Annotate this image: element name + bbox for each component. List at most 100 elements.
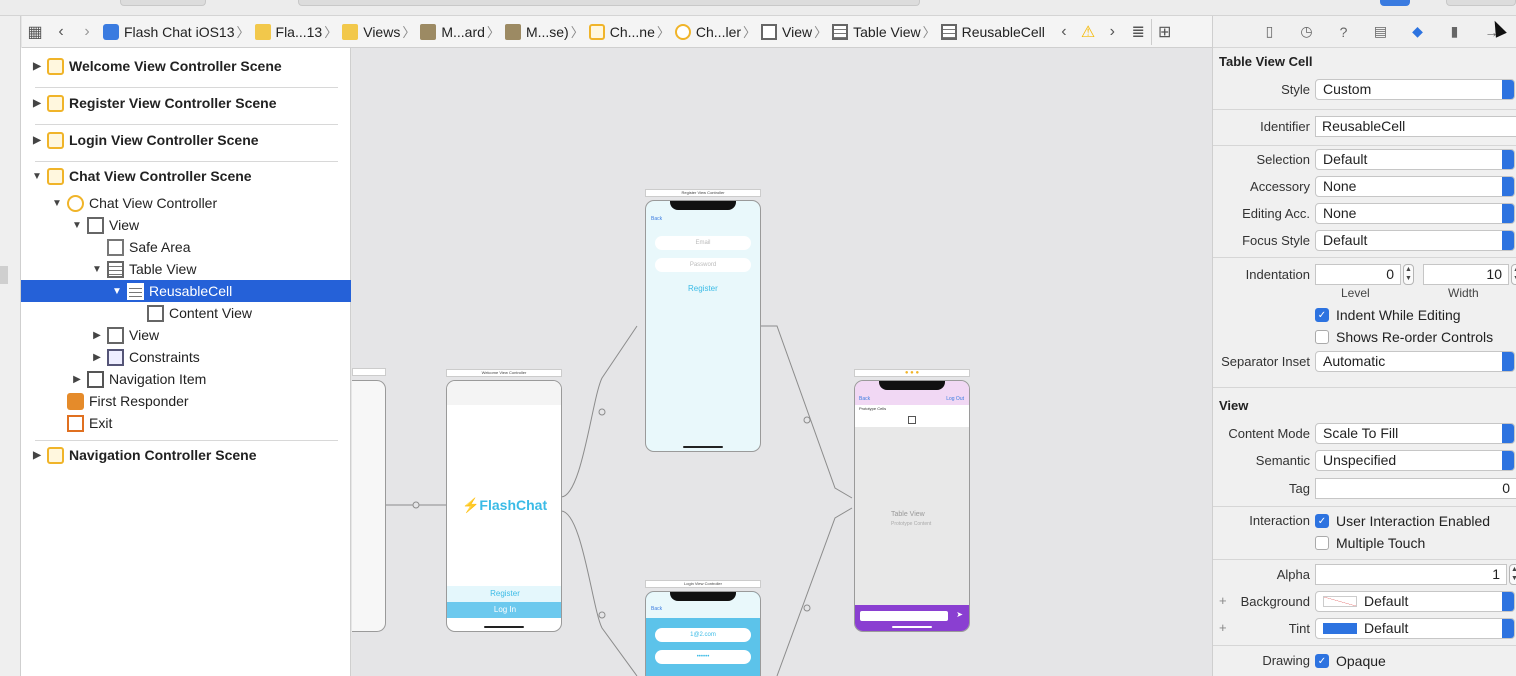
- email-field: Email: [655, 236, 751, 250]
- width-stepper[interactable]: ▲▼: [1511, 264, 1516, 285]
- selection-popup[interactable]: Default: [1315, 149, 1515, 170]
- outline-item-safe-area[interactable]: Safe Area: [21, 236, 351, 258]
- breadcrumb-item[interactable]: ReusableCell: [938, 23, 1045, 40]
- breadcrumb-item[interactable]: View: [758, 23, 812, 40]
- scene-title-bar: Login View Controller: [645, 580, 761, 588]
- breadcrumb-label: M...ard: [441, 23, 485, 40]
- storyboard-canvas[interactable]: oller Register View Controller Back Emai…: [352, 48, 1212, 676]
- breadcrumb-item[interactable]: Views: [339, 23, 400, 40]
- outline-item-chat-view-controller[interactable]: ▼ Chat View Controller: [21, 192, 351, 214]
- chat-scene-preview[interactable]: Back Log Out Prototype Cells Table View …: [854, 380, 970, 632]
- reorder-controls-checkbox[interactable]: Shows Re-order Controls: [1315, 329, 1493, 345]
- semantic-popup[interactable]: Unspecified: [1315, 450, 1515, 471]
- indent-while-editing-checkbox[interactable]: ✓ Indent While Editing: [1315, 307, 1461, 323]
- opaque-checkbox[interactable]: ✓ Opaque: [1315, 653, 1386, 669]
- tag-field[interactable]: 0: [1315, 478, 1516, 499]
- focus-style-popup[interactable]: Default: [1315, 230, 1515, 251]
- outline-item-content-view[interactable]: Content View: [21, 302, 351, 324]
- separator-inset-popup[interactable]: Automatic: [1315, 351, 1515, 372]
- attributes-inspector-icon[interactable]: ◆: [1399, 23, 1436, 40]
- outline-scene-login[interactable]: ▶ Login View Controller Scene: [21, 129, 351, 151]
- file-inspector-icon[interactable]: ▯: [1251, 23, 1288, 40]
- inspector-toggle-button[interactable]: [1380, 0, 1410, 6]
- register-scene-preview[interactable]: Back Email Password Register: [645, 200, 761, 452]
- indentation-width-field[interactable]: 10: [1423, 264, 1509, 285]
- popup-arrow-icon: [1502, 150, 1514, 169]
- breadcrumb-item[interactable]: M...ard: [417, 23, 485, 40]
- indentation-level-field[interactable]: 0: [1315, 264, 1401, 285]
- previous-issue-icon[interactable]: ‹: [1051, 19, 1077, 45]
- view-controller-icon: [67, 194, 84, 212]
- constraints-icon: [107, 348, 124, 366]
- welcome-scene-preview[interactable]: ⚡FlashChat Register Log In: [446, 380, 562, 632]
- back-chevron-icon[interactable]: ‹: [48, 19, 74, 45]
- history-inspector-icon[interactable]: ◷: [1288, 23, 1325, 40]
- outline-item-view-2[interactable]: ▶ View: [21, 324, 351, 346]
- level-stepper[interactable]: ▲ ▼: [1403, 264, 1414, 285]
- disclosure-expanded-icon[interactable]: ▼: [91, 264, 103, 275]
- disclosure-collapsed-icon[interactable]: ▶: [31, 135, 43, 146]
- outline-scene-register[interactable]: ▶ Register View Controller Scene: [21, 92, 351, 114]
- alpha-stepper[interactable]: ▲ ▼: [1509, 564, 1516, 585]
- related-items-icon[interactable]: ▦: [22, 19, 48, 45]
- disclosure-collapsed-icon[interactable]: ▶: [31, 450, 43, 461]
- outline-divider: [35, 161, 338, 162]
- warning-icon[interactable]: ⚠: [1081, 22, 1095, 42]
- user-interaction-checkbox[interactable]: ✓ User Interaction Enabled: [1315, 513, 1490, 529]
- outline-scene-welcome[interactable]: ▶ Welcome View Controller Scene: [21, 55, 351, 77]
- drawing-label: Drawing: [1262, 653, 1310, 668]
- editing-accessory-popup[interactable]: None: [1315, 203, 1515, 224]
- disclosure-expanded-icon[interactable]: ▼: [31, 171, 43, 182]
- outline-item-constraints[interactable]: ▶ Constraints: [21, 346, 351, 368]
- add-editor-icon[interactable]: ⊞: [1151, 18, 1177, 45]
- outline-scene-navigation[interactable]: ▶ Navigation Controller Scene: [21, 444, 351, 466]
- popup-arrow-icon: [1502, 80, 1514, 99]
- outline-divider: [35, 124, 338, 125]
- disclosure-collapsed-icon[interactable]: ▶: [31, 98, 43, 109]
- scene-title-bar: [352, 368, 386, 376]
- alpha-field[interactable]: 1: [1315, 564, 1507, 585]
- popup-arrow-icon: [1502, 352, 1514, 371]
- editor-options-icon[interactable]: ≣: [1125, 19, 1151, 45]
- size-inspector-icon[interactable]: ▮: [1436, 23, 1473, 40]
- disclosure-expanded-icon[interactable]: ▼: [111, 286, 123, 297]
- breadcrumb-item[interactable]: Ch...ne: [586, 23, 655, 40]
- breadcrumb-item[interactable]: M...se): [502, 23, 569, 40]
- disclosure-expanded-icon[interactable]: ▼: [71, 220, 83, 231]
- identifier-field[interactable]: ReusableCell: [1315, 116, 1516, 137]
- disclosure-collapsed-icon[interactable]: ▶: [91, 330, 103, 341]
- tint-color-popup[interactable]: Default: [1315, 618, 1515, 639]
- prototype-cells-header: Prototype Cells: [855, 405, 969, 413]
- accessory-popup[interactable]: None: [1315, 176, 1515, 197]
- login-scene-preview[interactable]: Back 1@2.com ••••••: [645, 591, 761, 676]
- outline-item-view[interactable]: ▼ View: [21, 214, 351, 236]
- storyboard-icon: [420, 23, 437, 40]
- outline-item-exit[interactable]: Exit: [21, 412, 351, 434]
- breadcrumb-item[interactable]: Table View: [829, 23, 921, 40]
- outline-item-navigation-item[interactable]: ▶ Navigation Item: [21, 368, 351, 390]
- message-field: [860, 611, 948, 621]
- next-issue-icon[interactable]: ›: [1099, 19, 1125, 45]
- outline-item-reusable-cell[interactable]: ▼ ReusableCell: [21, 280, 351, 302]
- breadcrumb-item[interactable]: Ch...ler: [672, 23, 741, 40]
- disclosure-expanded-icon[interactable]: ▼: [51, 198, 63, 209]
- multiple-touch-checkbox[interactable]: Multiple Touch: [1315, 535, 1425, 551]
- content-mode-popup[interactable]: Scale To Fill: [1315, 423, 1515, 444]
- semantic-label: Semantic: [1255, 453, 1310, 468]
- style-popup[interactable]: Custom: [1315, 79, 1515, 100]
- outline-item-table-view[interactable]: ▼ Table View: [21, 258, 351, 280]
- welcome-login-button: Log In: [447, 602, 561, 618]
- background-color-popup[interactable]: Default: [1315, 591, 1515, 612]
- forward-chevron-icon[interactable]: ›: [74, 19, 100, 45]
- outline-item-first-responder[interactable]: First Responder: [21, 390, 351, 412]
- breadcrumb-item[interactable]: Fla...13: [252, 23, 322, 40]
- quick-help-icon[interactable]: ?: [1325, 24, 1362, 40]
- disclosure-collapsed-icon[interactable]: ▶: [91, 352, 103, 363]
- outline-scene-chat[interactable]: ▼ Chat View Controller Scene: [21, 165, 351, 187]
- disclosure-collapsed-icon[interactable]: ▶: [31, 61, 43, 72]
- breadcrumb-item[interactable]: Flash Chat iOS13: [100, 23, 235, 40]
- popup-arrow-icon: [1502, 619, 1514, 638]
- disclosure-collapsed-icon[interactable]: ▶: [71, 374, 83, 385]
- identity-inspector-icon[interactable]: ▤: [1362, 23, 1399, 40]
- navigation-controller-preview[interactable]: oller: [352, 380, 386, 632]
